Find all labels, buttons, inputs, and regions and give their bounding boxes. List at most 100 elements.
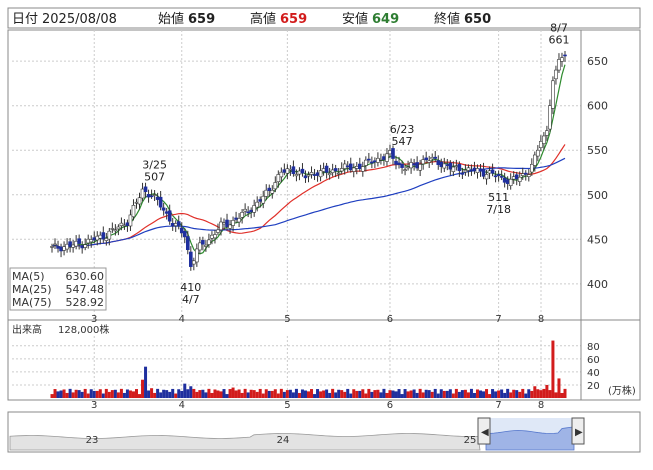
candle-body [385, 153, 389, 162]
volume-bar [171, 388, 175, 398]
volume-bar [74, 389, 78, 398]
candle-body [125, 222, 130, 227]
volume-bar [201, 389, 205, 398]
volume-bar [322, 390, 326, 398]
candle-body [50, 246, 54, 248]
candle-body [228, 224, 232, 229]
volume-bar [168, 391, 172, 398]
volume-bar [448, 389, 452, 398]
candle-body [545, 130, 549, 136]
volume-bar [234, 390, 238, 398]
volume-tick-label: 60 [587, 355, 600, 366]
candle-body [68, 241, 72, 247]
volume-bar [237, 389, 241, 398]
candle-body [530, 164, 534, 173]
candle-body [207, 239, 211, 245]
candle-body [466, 167, 471, 171]
candle-body [270, 189, 275, 194]
volume-x-tick-label: 5 [284, 400, 290, 411]
volume-bar [252, 390, 256, 398]
candle-body [189, 251, 193, 267]
candle-body [560, 57, 564, 62]
price-y-tick-label: 600 [587, 100, 608, 113]
volume-bar [62, 389, 66, 398]
volume-x-tick-label: 8 [538, 400, 544, 411]
candle-body [379, 158, 383, 161]
volume-bar [297, 392, 301, 398]
candle-body [74, 240, 78, 247]
volume-bar [53, 389, 57, 398]
volume-bar [303, 390, 307, 398]
candle-body [354, 166, 359, 169]
date-value: 2025/08/08 [42, 12, 117, 27]
volume-bar [68, 388, 72, 398]
volume-bar [276, 393, 280, 398]
volume-bar [400, 394, 404, 398]
candle-body [158, 196, 163, 208]
candle-body [542, 135, 546, 144]
candle-body [554, 69, 558, 80]
candle-body [433, 156, 438, 159]
volume-bar [219, 391, 223, 398]
candle-body [351, 167, 356, 172]
candle-body [246, 211, 250, 214]
volume-bar [472, 392, 476, 398]
candle-body [475, 168, 480, 173]
volume-bar [445, 390, 449, 398]
volume-bar [316, 389, 320, 398]
volume-bar [213, 389, 217, 398]
volume-bar [77, 390, 81, 398]
candle-body [490, 169, 495, 174]
legend-label: MA(25) [12, 283, 52, 296]
volume-bar [325, 389, 329, 398]
volume-bar [436, 393, 440, 398]
price-y-tick-label: 450 [587, 233, 608, 246]
candle-body [424, 157, 428, 161]
candle-body [176, 221, 181, 226]
volume-bar [83, 388, 87, 398]
candle-body [312, 174, 317, 176]
volume-bar [216, 390, 220, 398]
candle-body [505, 179, 510, 184]
candle-body [315, 172, 320, 176]
candle-body [140, 188, 145, 199]
volume-bar [512, 389, 516, 398]
navigator-label: 23 [86, 435, 99, 446]
volume-bar [204, 392, 208, 398]
volume-bar [352, 389, 356, 398]
volume-bar [530, 390, 534, 398]
candle-body [92, 237, 97, 241]
volume-bar [439, 389, 443, 398]
candle-body [83, 244, 87, 248]
candle-body [508, 178, 513, 186]
legend-value: 528.92 [66, 296, 105, 309]
price-x-tick-label: 7 [495, 314, 501, 325]
volume-bar [433, 388, 437, 398]
candle-body [137, 197, 142, 205]
legend-value: 547.48 [66, 283, 105, 296]
volume-bar [128, 390, 132, 398]
candle-body [324, 165, 329, 173]
volume-bar [370, 391, 374, 398]
volume-bar [125, 389, 129, 398]
candle-body [282, 169, 287, 173]
candle-body [237, 218, 241, 223]
candle-body [71, 244, 75, 248]
volume-bar [131, 391, 135, 398]
candle-body [89, 239, 94, 243]
candle-body [164, 211, 169, 214]
volume-x-tick-label: 3 [91, 400, 97, 411]
candle-body [345, 165, 350, 168]
volume-bar [313, 394, 317, 398]
candle-body [161, 207, 166, 211]
volume-bar [415, 392, 419, 398]
volume-bar [466, 392, 470, 398]
high-value: 659 [280, 12, 307, 27]
candle-body [487, 170, 492, 174]
candle-body [373, 160, 377, 163]
candle-body [364, 159, 368, 166]
candle-body [279, 171, 284, 178]
candle-body [469, 169, 474, 171]
volume-bar [300, 389, 304, 398]
volume-bar [150, 388, 154, 398]
